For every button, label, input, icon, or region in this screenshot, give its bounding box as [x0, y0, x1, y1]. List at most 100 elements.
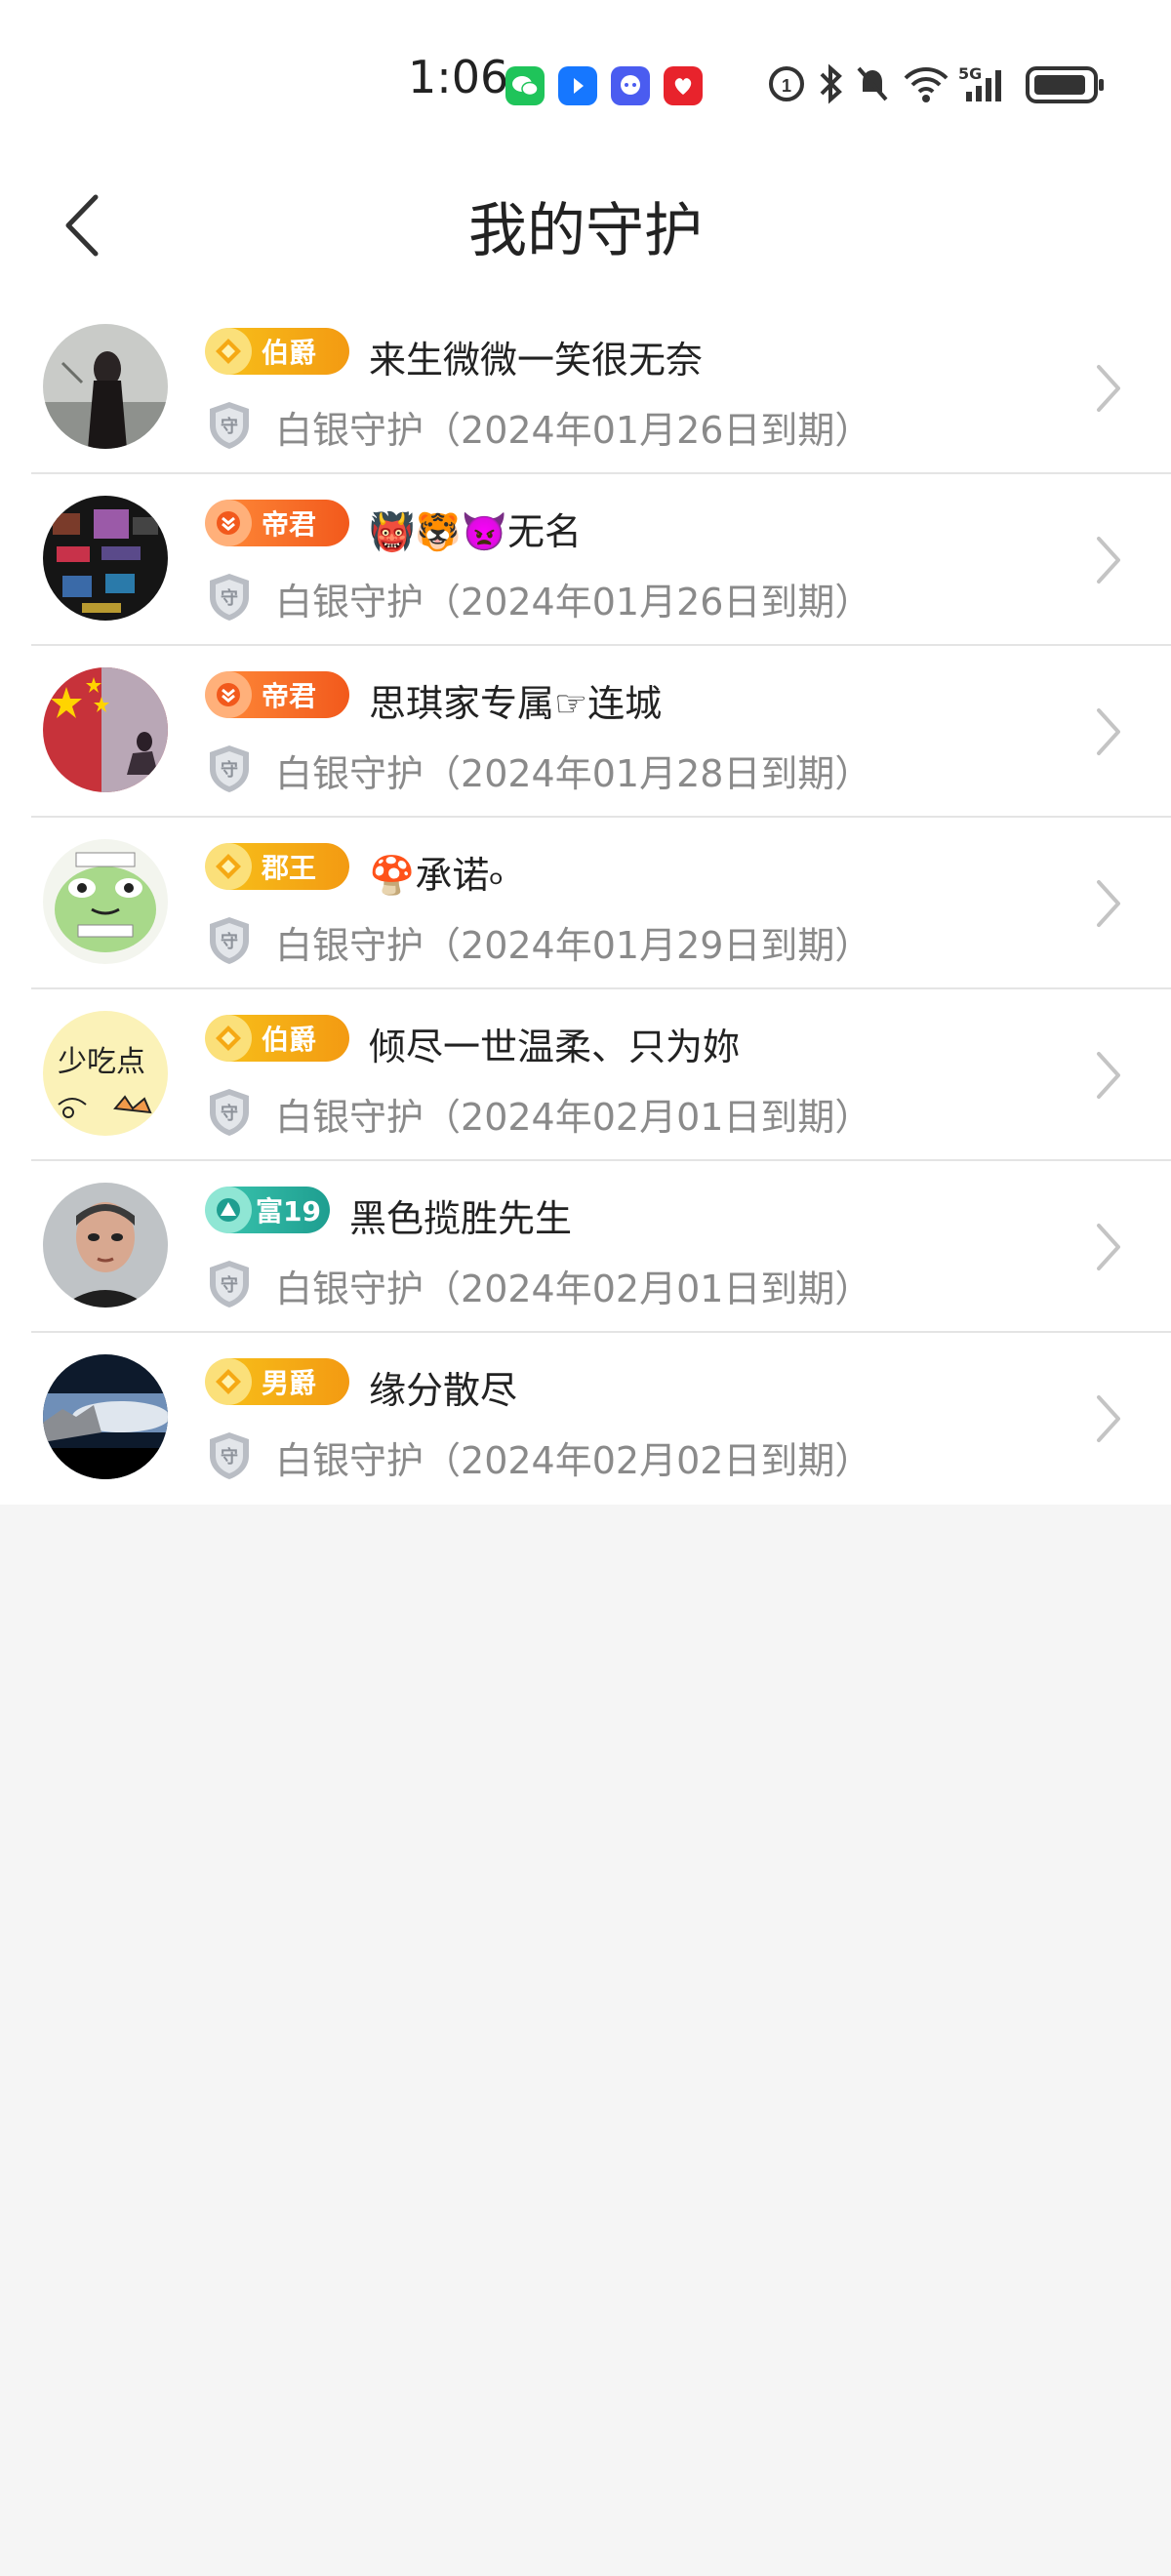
guard-level: 白银守护: [275, 1096, 424, 1139]
silver-shield-icon: 守: [210, 745, 249, 792]
guard-expiry: （2024年01月26日到期）: [424, 409, 872, 452]
rank-badge: 伯爵: [205, 328, 349, 375]
guard-info: 白银守护（2024年02月01日到期）: [275, 1259, 871, 1312]
silver-shield-icon: 守: [210, 574, 249, 621]
chat-bot-icon: [611, 66, 650, 105]
status-time: 1:06: [408, 51, 509, 103]
guard-expiry: （2024年01月28日到期）: [424, 752, 872, 795]
user-name: 👹🐯👿无名: [369, 510, 582, 553]
avatar: [43, 496, 168, 621]
guard-row[interactable]: 伯爵 来生微微一笑很无奈 守 白银守护（2024年01月26日到期）: [0, 302, 1171, 474]
status-bar: 1:06 1 5G: [0, 0, 1171, 171]
rank-badge-label: 帝君: [262, 508, 317, 541]
mute-icon: [857, 66, 888, 101]
chevron-right-icon[interactable]: [1093, 1391, 1122, 1446]
silver-shield-icon: 守: [210, 917, 249, 964]
wechat-icon: [505, 66, 545, 105]
guard-expiry: （2024年02月01日到期）: [424, 1096, 872, 1139]
guard-expiry: （2024年02月02日到期）: [424, 1439, 872, 1482]
guard-info: 白银守护（2024年01月26日到期）: [275, 572, 871, 625]
svg-text:守: 守: [221, 1103, 238, 1124]
user-name: 思琪家专属☞连城: [369, 682, 663, 725]
avatar: [43, 667, 168, 792]
battery-icon: [1026, 66, 1104, 103]
wifi-icon: [904, 67, 949, 102]
guard-info: 白银守护（2024年01月29日到期）: [275, 915, 871, 969]
gift-app-icon: [664, 66, 703, 105]
user-name: 🍄承诺৹: [369, 854, 505, 897]
user-name: 缘分散尽: [369, 1369, 518, 1412]
diamond-icon: [205, 1358, 252, 1405]
guard-info: 白银守护（2024年01月28日到期）: [275, 744, 871, 797]
avatar-text: 少吃点: [58, 1045, 145, 1079]
rank-badge: 男爵: [205, 1358, 349, 1405]
svg-text:守: 守: [221, 1274, 238, 1296]
signal-icon: [966, 70, 1001, 101]
data-saver-icon: 1: [769, 66, 804, 101]
guard-level: 白银守护: [275, 1439, 424, 1482]
user-name: 黑色揽胜先生: [349, 1197, 573, 1240]
chevron-right-icon[interactable]: [1093, 361, 1122, 416]
top-area: 1:06 1 5G 我的守护: [0, 0, 1171, 302]
avatar: [43, 1354, 168, 1479]
avatar: [43, 1183, 168, 1308]
avatar: 少吃点: [43, 1011, 168, 1136]
bluetooth-icon: [820, 63, 842, 104]
user-name: 来生微微一笑很无奈: [369, 339, 704, 382]
silver-shield-icon: 守: [210, 1261, 249, 1308]
svg-text:守: 守: [221, 759, 238, 781]
guard-info: 白银守护（2024年01月26日到期）: [275, 400, 871, 454]
silver-shield-icon: 守: [210, 1089, 249, 1136]
chevron-right-icon[interactable]: [1093, 1048, 1122, 1103]
rank-badge: 帝君: [205, 671, 349, 718]
chevron-right-icon[interactable]: [1093, 876, 1122, 931]
triangle-rank-icon: [205, 1187, 252, 1233]
page-title: 我的守护: [468, 197, 703, 265]
guard-row[interactable]: 郡王 🍄承诺৹ 守 白银守护（2024年01月29日到期）: [0, 818, 1171, 989]
messenger-icon: [558, 66, 597, 105]
guard-expiry: （2024年01月29日到期）: [424, 924, 872, 967]
avatar: [43, 839, 168, 964]
guard-list: 伯爵 来生微微一笑很无奈 守 白银守护（2024年01月26日到期） 帝君 👹🐯…: [0, 302, 1171, 1505]
rank-badge-label: 伯爵: [262, 1024, 317, 1056]
guard-level: 白银守护: [275, 409, 424, 452]
rank-badge-label: 男爵: [262, 1367, 317, 1399]
avatar: [43, 324, 168, 449]
guard-expiry: （2024年02月01日到期）: [424, 1268, 872, 1310]
rank-badge-label: 郡王: [262, 852, 317, 884]
diamond-icon: [205, 1015, 252, 1062]
chevron-right-icon[interactable]: [1093, 533, 1122, 587]
svg-text:守: 守: [221, 931, 238, 952]
rank-badge-label: 伯爵: [262, 337, 317, 369]
user-name: 倾尽一世温柔、只为妳: [369, 1026, 741, 1068]
rank-badge-label: 帝君: [262, 680, 317, 712]
svg-text:守: 守: [221, 587, 238, 609]
guard-level: 白银守护: [275, 924, 424, 967]
rank-badge: 郡王: [205, 843, 349, 890]
guard-expiry: （2024年01月26日到期）: [424, 581, 872, 624]
guard-row[interactable]: 少吃点 伯爵 倾尽一世温柔、只为妳 守 白银守护（2024年02月01日到期）: [0, 989, 1171, 1161]
guard-level: 白银守护: [275, 581, 424, 624]
diamond-icon: [205, 328, 252, 375]
rank-badge: 富19: [205, 1187, 330, 1233]
guard-row[interactable]: 富19 黑色揽胜先生 守 白银守护（2024年02月01日到期）: [0, 1161, 1171, 1333]
rank-badge: 帝君: [205, 500, 349, 546]
chevron-rank-icon: [205, 500, 252, 546]
chevron-rank-icon: [205, 671, 252, 718]
silver-shield-icon: 守: [210, 1432, 249, 1479]
rank-badge-label: 富19: [256, 1195, 321, 1228]
guard-info: 白银守护（2024年02月01日到期）: [275, 1087, 871, 1141]
rank-badge: 伯爵: [205, 1015, 349, 1062]
svg-text:守: 守: [221, 416, 238, 437]
chevron-right-icon[interactable]: [1093, 1220, 1122, 1274]
chevron-right-icon[interactable]: [1093, 704, 1122, 759]
guard-row[interactable]: 帝君 思琪家专属☞连城 守 白银守护（2024年01月28日到期）: [0, 646, 1171, 818]
guard-level: 白银守护: [275, 1268, 424, 1310]
silver-shield-icon: 守: [210, 402, 249, 449]
guard-row[interactable]: 帝君 👹🐯👿无名 守 白银守护（2024年01月26日到期）: [0, 474, 1171, 646]
svg-text:守: 守: [221, 1446, 238, 1468]
guard-level: 白银守护: [275, 752, 424, 795]
guard-row[interactable]: 男爵 缘分散尽 守 白银守护（2024年02月02日到期）: [0, 1333, 1171, 1505]
svg-text:1: 1: [782, 76, 791, 96]
guard-info: 白银守护（2024年02月02日到期）: [275, 1430, 871, 1484]
